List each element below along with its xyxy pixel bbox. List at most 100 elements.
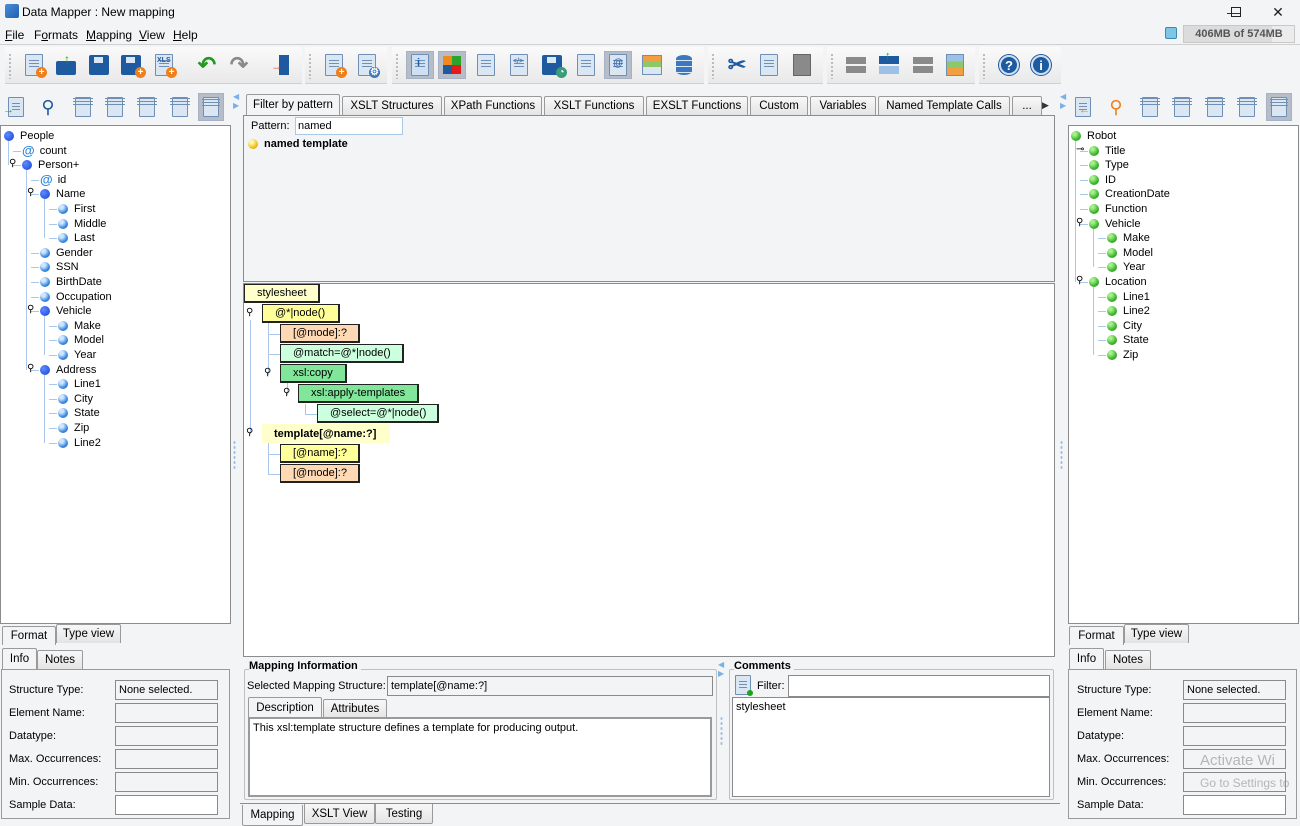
grid-button[interactable] [572,51,600,79]
sample-data-field[interactable] [1183,795,1286,815]
right-splitter-arrows[interactable]: ◀ ▶ [1060,92,1066,110]
tab-info[interactable]: Info [2,648,37,669]
tree-node[interactable]: Title [1089,144,1125,158]
tree-node[interactable]: Middle [58,217,106,231]
tree-node[interactable]: Vehicle [1089,217,1140,231]
tab-xslt-view[interactable]: XSLT View [304,804,375,824]
mapping-block-xsl-copy[interactable]: xsl:copy [280,364,347,383]
open-button[interactable]: ↑ [52,51,80,79]
tree-node[interactable]: Model [58,333,104,347]
expanded-toggle-icon[interactable]: ⚲ [1076,276,1086,288]
left-splitter-arrows[interactable]: ◀ ▶ [233,92,239,110]
new-node-button-right[interactable] [1137,93,1163,121]
left-splitter-grip[interactable] [233,440,236,470]
mapping-block-template-match[interactable]: @*|node() [262,304,340,323]
new-node-button[interactable] [70,93,96,121]
at-view-button[interactable]: @ [604,51,632,79]
expanded-toggle-icon[interactable]: ⚲ [27,305,37,317]
tree-node[interactable]: Make [58,319,101,333]
expand-toggle[interactable]: ⚲ [264,368,274,380]
expanded-toggle-icon[interactable]: ⚲ [1076,217,1086,230]
help-button[interactable]: ? [995,51,1023,79]
palette-tab[interactable]: EXSLT Functions [646,96,748,115]
expand-toggle[interactable]: ⚲ [246,428,256,440]
mapping-block-stylesheet[interactable]: stylesheet [244,284,320,303]
tab-attributes[interactable]: Attributes [323,699,387,718]
tree-node[interactable]: State [58,406,100,420]
view-info-button[interactable]: i [406,51,434,79]
collapsed-toggle-icon[interactable]: ⊸ [1076,144,1086,157]
comment-item[interactable]: stylesheet [736,701,1046,713]
table-view-button[interactable] [638,51,666,79]
insert-above-button[interactable]: ↑ [875,50,903,79]
inspect-button-right[interactable] [1202,93,1228,121]
select-mode-button[interactable] [198,93,224,121]
toolbar-grip[interactable] [395,53,399,79]
save-snapshot-button[interactable]: ◔ [538,51,567,79]
tree-node[interactable]: Model [1107,246,1153,260]
palette-result-item[interactable]: named template [248,138,348,150]
tree-node[interactable]: Line1 [58,377,101,391]
mapping-block-select-attr[interactable]: @select=@*|node() [317,404,439,423]
save-button[interactable] [85,51,113,79]
sample-data-field[interactable] [115,795,218,815]
menu-view[interactable]: View [139,28,165,42]
tree-node[interactable]: Type [1089,158,1129,172]
tree-node[interactable]: Location [1089,275,1147,289]
tab-format-right[interactable]: Format [1069,626,1124,645]
tab-scroll-right[interactable]: ▶ [1042,100,1049,111]
tree-node[interactable]: BirthDate [40,275,102,289]
copy-button[interactable] [755,51,783,79]
tab-format[interactable]: Format [2,626,56,645]
tree-node[interactable]: Line1 [1107,290,1150,304]
view-colors-button[interactable] [438,51,466,79]
inspect-button[interactable] [134,93,160,121]
pattern-input[interactable] [295,117,403,135]
tree-node[interactable]: Robot [1071,129,1116,143]
tree-node[interactable]: SSN [40,260,79,274]
palette-tab[interactable]: XPath Functions [444,96,542,115]
toolbar-grip[interactable] [711,53,715,79]
database-button[interactable] [670,51,698,79]
tab-info-right[interactable]: Info [1069,648,1104,669]
tree-node[interactable]: People [4,129,54,143]
tree-node[interactable]: Year [58,348,96,362]
move-up-button[interactable] [842,51,870,79]
right-splitter-grip[interactable] [1060,440,1063,470]
xslt-code-button[interactable]: </> [505,51,533,79]
cut-button[interactable]: ✂ [723,51,751,79]
tree-node[interactable]: ID [1089,173,1116,187]
paste-button[interactable] [788,51,816,79]
expand-toggle[interactable]: ⚲ [246,308,256,320]
tree-node[interactable]: Gender [40,246,93,260]
menu-help[interactable]: Help [173,28,198,42]
import-format-button[interactable]: → [3,93,29,121]
find-button[interactable]: ⚲ [35,93,61,121]
add-format-button[interactable]: + [320,51,348,79]
center-splitter-arrows[interactable]: ◀ ▶ [718,660,724,678]
menu-formats[interactable]: Formats [34,28,78,42]
center-splitter-grip[interactable] [720,716,723,746]
tab-type-view[interactable]: Type view [56,624,121,643]
toolbar-grip[interactable] [308,53,312,79]
toolbar-grip[interactable] [830,53,834,79]
palette-tab[interactable]: ... [1012,96,1042,115]
tree-node[interactable]: Vehicle [40,304,91,318]
undo-button[interactable]: ↶ [193,51,221,79]
mapping-block-named-template[interactable]: template[@name:?] [262,424,390,443]
checklist-button[interactable] [472,51,500,79]
tree-node[interactable]: Person+ [22,158,79,172]
palette-tab[interactable]: Custom [750,96,808,115]
mapping-block-apply-templates[interactable]: xsl:apply-templates [298,384,419,403]
mapping-block-mode[interactable]: [@mode]:? [280,324,360,343]
maximize-button[interactable] [1214,0,1258,24]
toolbar-grip[interactable] [982,53,986,79]
exit-button[interactable]: → [267,51,295,79]
tab-testing[interactable]: Testing [375,804,433,824]
save-as-button[interactable]: + [117,51,146,79]
close-button[interactable]: ✕ [1256,0,1300,24]
mapping-canvas[interactable] [243,283,1055,657]
tree-node[interactable]: @ id [40,172,66,187]
edit-button-right[interactable] [1234,93,1260,121]
tab-description[interactable]: Description [248,697,322,718]
